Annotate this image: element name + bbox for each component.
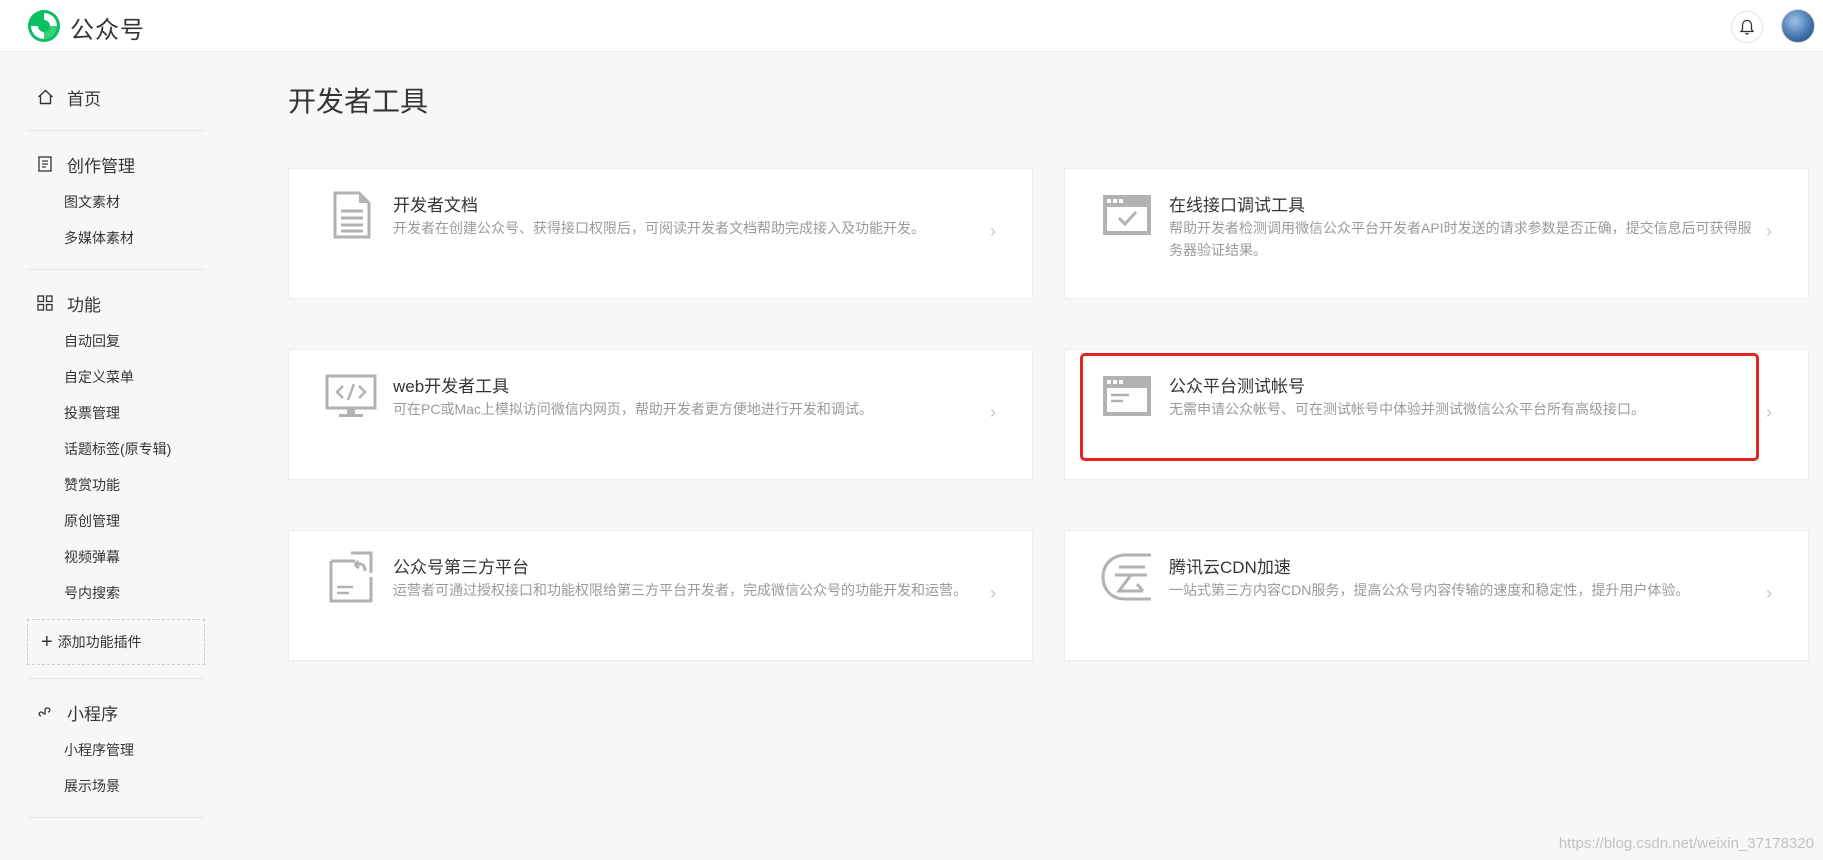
divider bbox=[27, 130, 205, 131]
sidebar-group-features[interactable]: 功能 bbox=[27, 283, 205, 323]
card-tencent-cloud-cdn[interactable]: 腾讯云CDN加速 一站式第三方内容CDN服务，提高公众号内容传输的速度和稳定性，… bbox=[1064, 530, 1809, 661]
card-description: 运营者可通过授权接口和功能权限给第三方平台开发者，完成微信公众号的功能开发和运营… bbox=[393, 582, 967, 598]
document-list-icon bbox=[35, 154, 55, 174]
chevron-right-icon: › bbox=[990, 221, 996, 241]
card-description: 开发者在创建公众号、获得接口权限后，可阅读开发者文档帮助完成接入及功能开发。 bbox=[393, 220, 925, 236]
add-plugin-button[interactable]: + 添加功能插件 bbox=[27, 619, 205, 665]
tencent-cloud-icon bbox=[1101, 553, 1151, 601]
monitor-code-icon bbox=[325, 374, 377, 417]
chevron-right-icon: › bbox=[1766, 402, 1772, 422]
sidebar-item-label: 首页 bbox=[67, 89, 101, 109]
page-title: 开发者工具 bbox=[288, 86, 429, 117]
sidebar-item-multimedia[interactable]: 多媒体素材 bbox=[27, 220, 205, 256]
brand-name[interactable]: 公众号 bbox=[70, 10, 145, 45]
sidebar-item-home[interactable]: 首页 bbox=[27, 77, 205, 117]
chevron-right-icon: › bbox=[990, 583, 996, 603]
sidebar-item-original[interactable]: 原创管理 bbox=[27, 503, 205, 539]
sidebar-item-mini-program-management[interactable]: 小程序管理 bbox=[27, 732, 205, 768]
document-icon bbox=[333, 191, 371, 239]
debug-window-icon bbox=[1103, 195, 1151, 235]
top-bar: 公众号 bbox=[0, 0, 1823, 52]
card-test-account[interactable]: 公众平台测试帐号 无需申请公众帐号、可在测试帐号中体验并测试微信公众平台所有高级… bbox=[1064, 349, 1809, 480]
user-avatar[interactable] bbox=[1781, 9, 1815, 43]
sidebar-item-voting[interactable]: 投票管理 bbox=[27, 395, 205, 431]
grid-icon bbox=[35, 293, 55, 313]
add-plugin-label: 添加功能插件 bbox=[57, 634, 142, 650]
card-description: 一站式第三方内容CDN服务，提高公众号内容传输的速度和稳定性，提升用户体验。 bbox=[1169, 582, 1690, 598]
sidebar-item-video-danmaku[interactable]: 视频弹幕 bbox=[27, 539, 205, 575]
sidebar-item-custom-menu[interactable]: 自定义菜单 bbox=[27, 359, 205, 395]
sidebar-item-topic-tags[interactable]: 话题标签(原专辑) bbox=[27, 431, 205, 467]
test-window-icon bbox=[1103, 376, 1151, 416]
wechat-official-account-logo-icon[interactable] bbox=[26, 8, 62, 44]
watermark: https://blog.csdn.net/weixin_37178320 bbox=[1558, 835, 1814, 852]
chevron-right-icon: › bbox=[1766, 221, 1772, 241]
sidebar-item-image-text[interactable]: 图文素材 bbox=[27, 184, 205, 220]
sidebar-group-label: 功能 bbox=[67, 295, 101, 315]
card-title: web开发者工具 bbox=[393, 377, 510, 396]
sidebar-group-label: 小程序 bbox=[67, 704, 118, 724]
plus-icon: + bbox=[41, 631, 53, 653]
sidebar-group-label: 创作管理 bbox=[67, 156, 135, 176]
sidebar-group-content-management[interactable]: 创作管理 bbox=[27, 144, 205, 184]
card-third-party-platform[interactable]: 公众号第三方平台 运营者可通过授权接口和功能权限给第三方平台开发者，完成微信公众… bbox=[288, 530, 1033, 661]
sidebar: 首页 创作管理 图文素材 多媒体素材 功能 自动回复 自定义菜单 投票管理 话题… bbox=[27, 52, 205, 831]
chevron-right-icon: › bbox=[1766, 583, 1772, 603]
notification-bell-icon[interactable] bbox=[1731, 11, 1763, 43]
sidebar-item-auto-reply[interactable]: 自动回复 bbox=[27, 323, 205, 359]
card-online-api-debugger[interactable]: 在线接口调试工具 帮助开发者检测调用微信公众平台开发者API时发送的请求参数是否… bbox=[1064, 168, 1809, 299]
mini-program-icon bbox=[35, 702, 55, 722]
card-description: 无需申请公众帐号、可在测试帐号中体验并测试微信公众平台所有高级接口。 bbox=[1169, 401, 1645, 417]
authorize-document-icon bbox=[329, 551, 373, 603]
divider bbox=[27, 269, 205, 270]
divider bbox=[27, 817, 205, 818]
card-title: 公众平台测试帐号 bbox=[1169, 377, 1305, 396]
card-web-developer-tools[interactable]: web开发者工具 可在PC或Mac上模拟访问微信内网页，帮助开发者更方便地进行开… bbox=[288, 349, 1033, 480]
card-title: 在线接口调试工具 bbox=[1169, 196, 1305, 215]
chevron-right-icon: › bbox=[990, 402, 996, 422]
card-title: 腾讯云CDN加速 bbox=[1169, 558, 1291, 577]
sidebar-item-display-scenes[interactable]: 展示场景 bbox=[27, 768, 205, 804]
card-developer-docs[interactable]: 开发者文档 开发者在创建公众号、获得接口权限后，可阅读开发者文档帮助完成接入及功… bbox=[288, 168, 1033, 299]
home-icon bbox=[35, 87, 55, 107]
sidebar-group-mini-program[interactable]: 小程序 bbox=[27, 692, 205, 732]
card-title: 公众号第三方平台 bbox=[393, 558, 529, 577]
card-description: 帮助开发者检测调用微信公众平台开发者API时发送的请求参数是否正确，提交信息后可… bbox=[1169, 220, 1752, 258]
sidebar-item-in-account-search[interactable]: 号内搜索 bbox=[27, 575, 205, 611]
sidebar-item-appreciation[interactable]: 赞赏功能 bbox=[27, 467, 205, 503]
card-title: 开发者文档 bbox=[393, 196, 478, 215]
card-description: 可在PC或Mac上模拟访问微信内网页，帮助开发者更方便地进行开发和调试。 bbox=[393, 401, 873, 417]
divider bbox=[27, 678, 205, 679]
